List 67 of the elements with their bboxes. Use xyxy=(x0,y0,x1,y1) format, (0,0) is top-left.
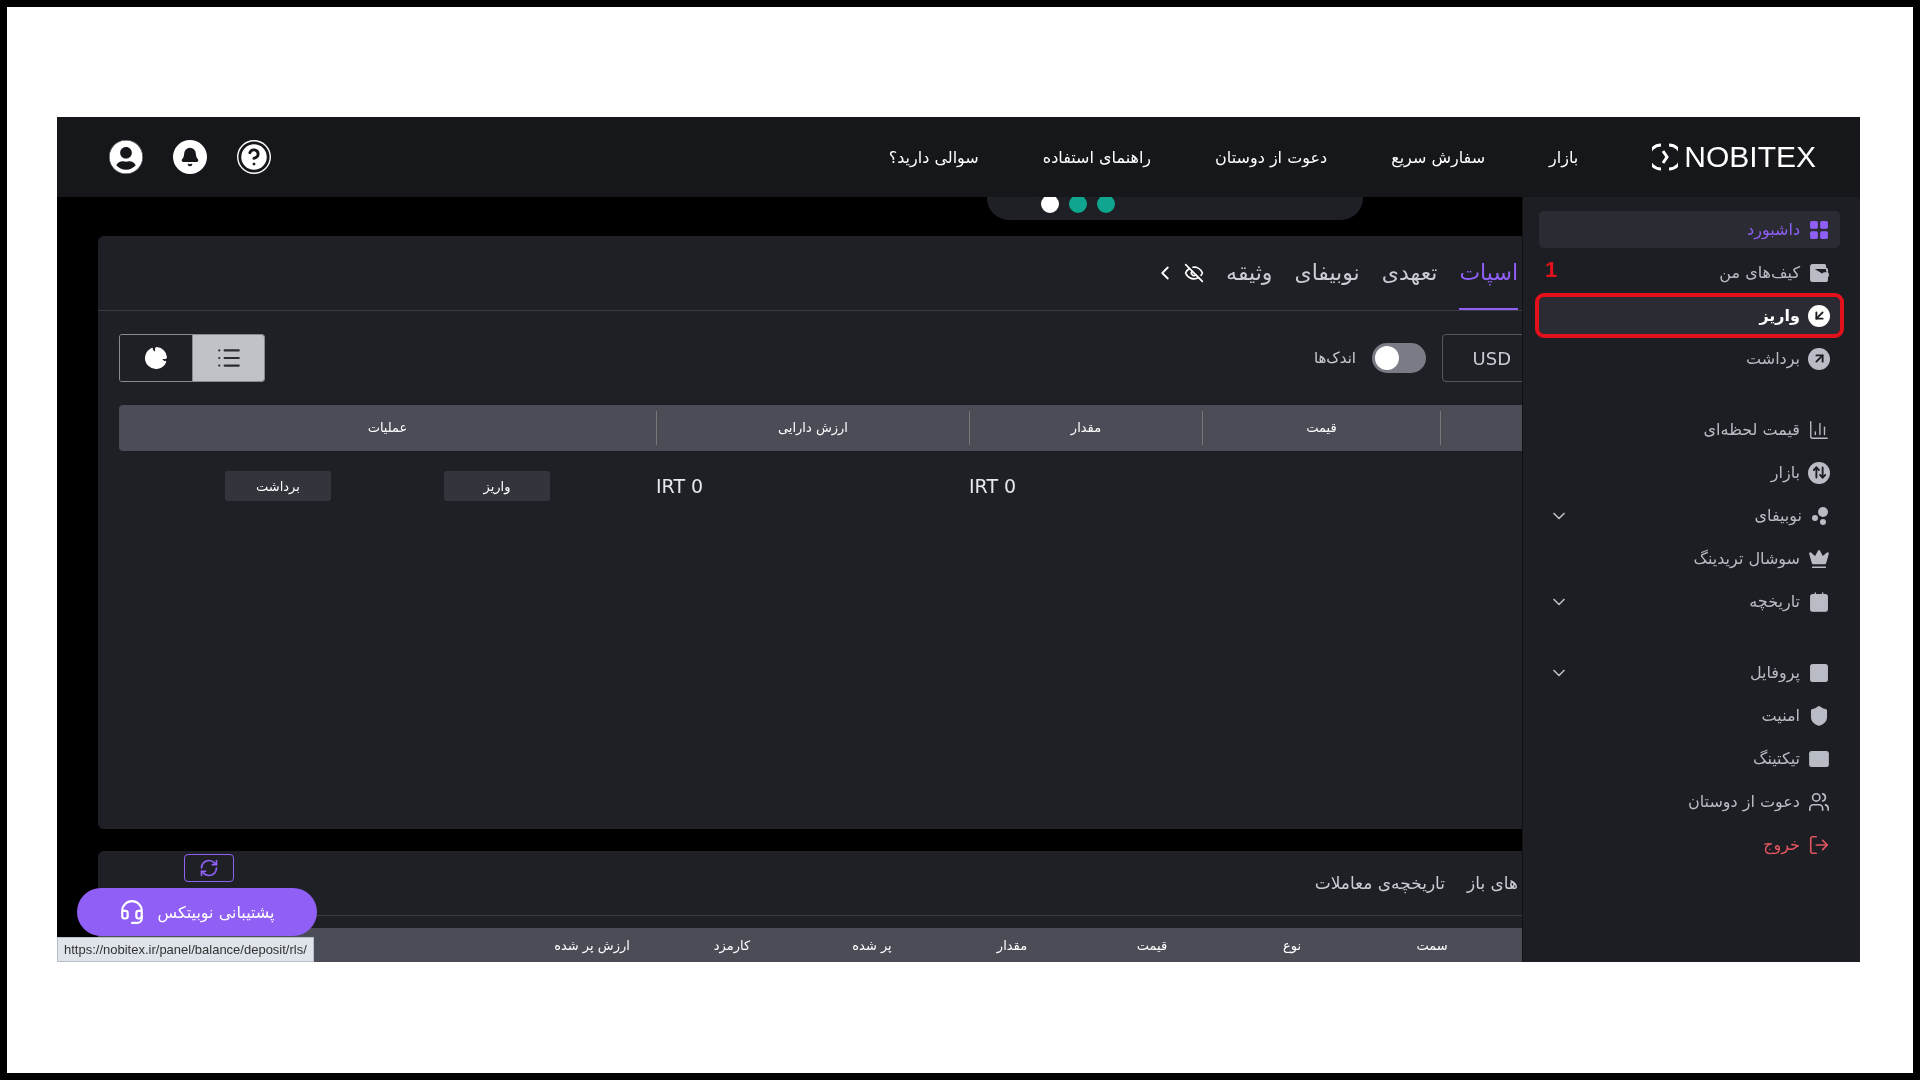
support-button[interactable]: پشتیبانی نوبیتکس xyxy=(77,888,317,936)
tab[interactable]: تاریخچه‌ی معاملات xyxy=(1314,873,1445,893)
sidebar-item[interactable]: بازار xyxy=(1760,454,1840,491)
column-header: قیمت xyxy=(1202,411,1440,445)
currency-field[interactable]: USD xyxy=(1442,334,1522,382)
nav-link[interactable]: دعوت از دوستان xyxy=(1215,147,1328,167)
refresh-button[interactable] xyxy=(184,854,234,882)
help-icon[interactable] xyxy=(237,140,271,174)
users-icon xyxy=(1808,790,1830,813)
logout-icon xyxy=(1808,833,1830,856)
headset-icon xyxy=(119,899,146,925)
tab[interactable]: اسپات xyxy=(1459,236,1518,310)
column-header: مقدار xyxy=(969,411,1202,445)
tab[interactable]: های باز xyxy=(1467,873,1518,893)
column-header: ارزش پر شده xyxy=(553,937,631,953)
action-button[interactable]: برداشت xyxy=(225,471,331,501)
column-header: ارزش دارایی xyxy=(656,411,969,445)
withdraw-icon xyxy=(1808,347,1830,370)
sidebar-item[interactable]: پروفایل xyxy=(1539,654,1840,691)
logo-mark-icon xyxy=(1652,142,1679,172)
column-header: نوع xyxy=(1281,937,1303,953)
sidebar-item[interactable]: برداشت xyxy=(1736,340,1840,377)
refresh-icon xyxy=(199,858,219,878)
view-toggle[interactable] xyxy=(119,334,265,382)
column-header: سمت xyxy=(1415,937,1449,953)
action-button[interactable]: واریز xyxy=(444,471,550,501)
sidebar-item[interactable]: قیمت لحظه‌ای xyxy=(1693,411,1840,448)
column-header: عملیات xyxy=(366,419,409,437)
pie-chart-icon xyxy=(144,346,168,370)
list-view-button[interactable] xyxy=(192,335,264,381)
shield-icon xyxy=(1808,704,1830,727)
nav-link[interactable]: بازار xyxy=(1549,147,1579,167)
toggle-label: اندک‌ها xyxy=(1313,349,1356,367)
sidebar-item[interactable]: امنیت xyxy=(1751,697,1840,734)
exchange-icon xyxy=(1808,461,1830,484)
dots-icon xyxy=(1810,505,1830,526)
nav-link[interactable]: سفارش سریع xyxy=(1391,147,1486,167)
deposit-icon xyxy=(1808,304,1830,327)
sidebar-item[interactable]: سوشال تریدینگ xyxy=(1683,540,1840,577)
tab[interactable]: وثیقه xyxy=(1226,236,1273,310)
sidebar-item[interactable]: نوبیفای xyxy=(1539,497,1840,534)
sidebar-item[interactable]: کیف‌های من xyxy=(1709,254,1840,291)
nav-link[interactable]: راهنمای استفاده xyxy=(1042,147,1152,167)
nav-link[interactable]: سوالی دارید؟ xyxy=(888,147,979,167)
crown-icon xyxy=(1808,547,1830,570)
sidebar-item[interactable]: تیکتینگ xyxy=(1743,740,1840,777)
toggle-switch[interactable] xyxy=(1372,343,1426,373)
calendar-icon xyxy=(1808,590,1830,613)
user-icon[interactable] xyxy=(109,140,143,174)
table-cell: IRT 0 xyxy=(969,475,1017,497)
tab[interactable]: تعهدی xyxy=(1381,236,1438,310)
column-header: مقدار xyxy=(995,937,1029,953)
column-header: پر شده xyxy=(851,937,893,953)
sidebar-item[interactable]: دعوت از دوستان xyxy=(1677,783,1840,820)
logo[interactable]: NOBITEX xyxy=(1652,140,1816,174)
tab[interactable]: نوبیفای xyxy=(1294,236,1360,310)
sidebar-item[interactable]: خروج xyxy=(1753,826,1840,863)
wallet-icon xyxy=(1808,261,1830,284)
annotation-number: 1 xyxy=(1545,257,1558,283)
status-url: https://nobitex.ir/panel/balance/deposit/rls/ xyxy=(57,937,314,962)
table-cell: IRT 0 xyxy=(656,475,704,497)
chart-icon xyxy=(1808,418,1830,441)
column-header: قیمت xyxy=(1135,937,1169,953)
sidebar-item[interactable]: تاریخچه xyxy=(1539,583,1840,620)
notification-icon[interactable] xyxy=(173,140,207,174)
dashboard-icon xyxy=(1808,218,1830,241)
column-header: کارمزد xyxy=(712,937,752,953)
